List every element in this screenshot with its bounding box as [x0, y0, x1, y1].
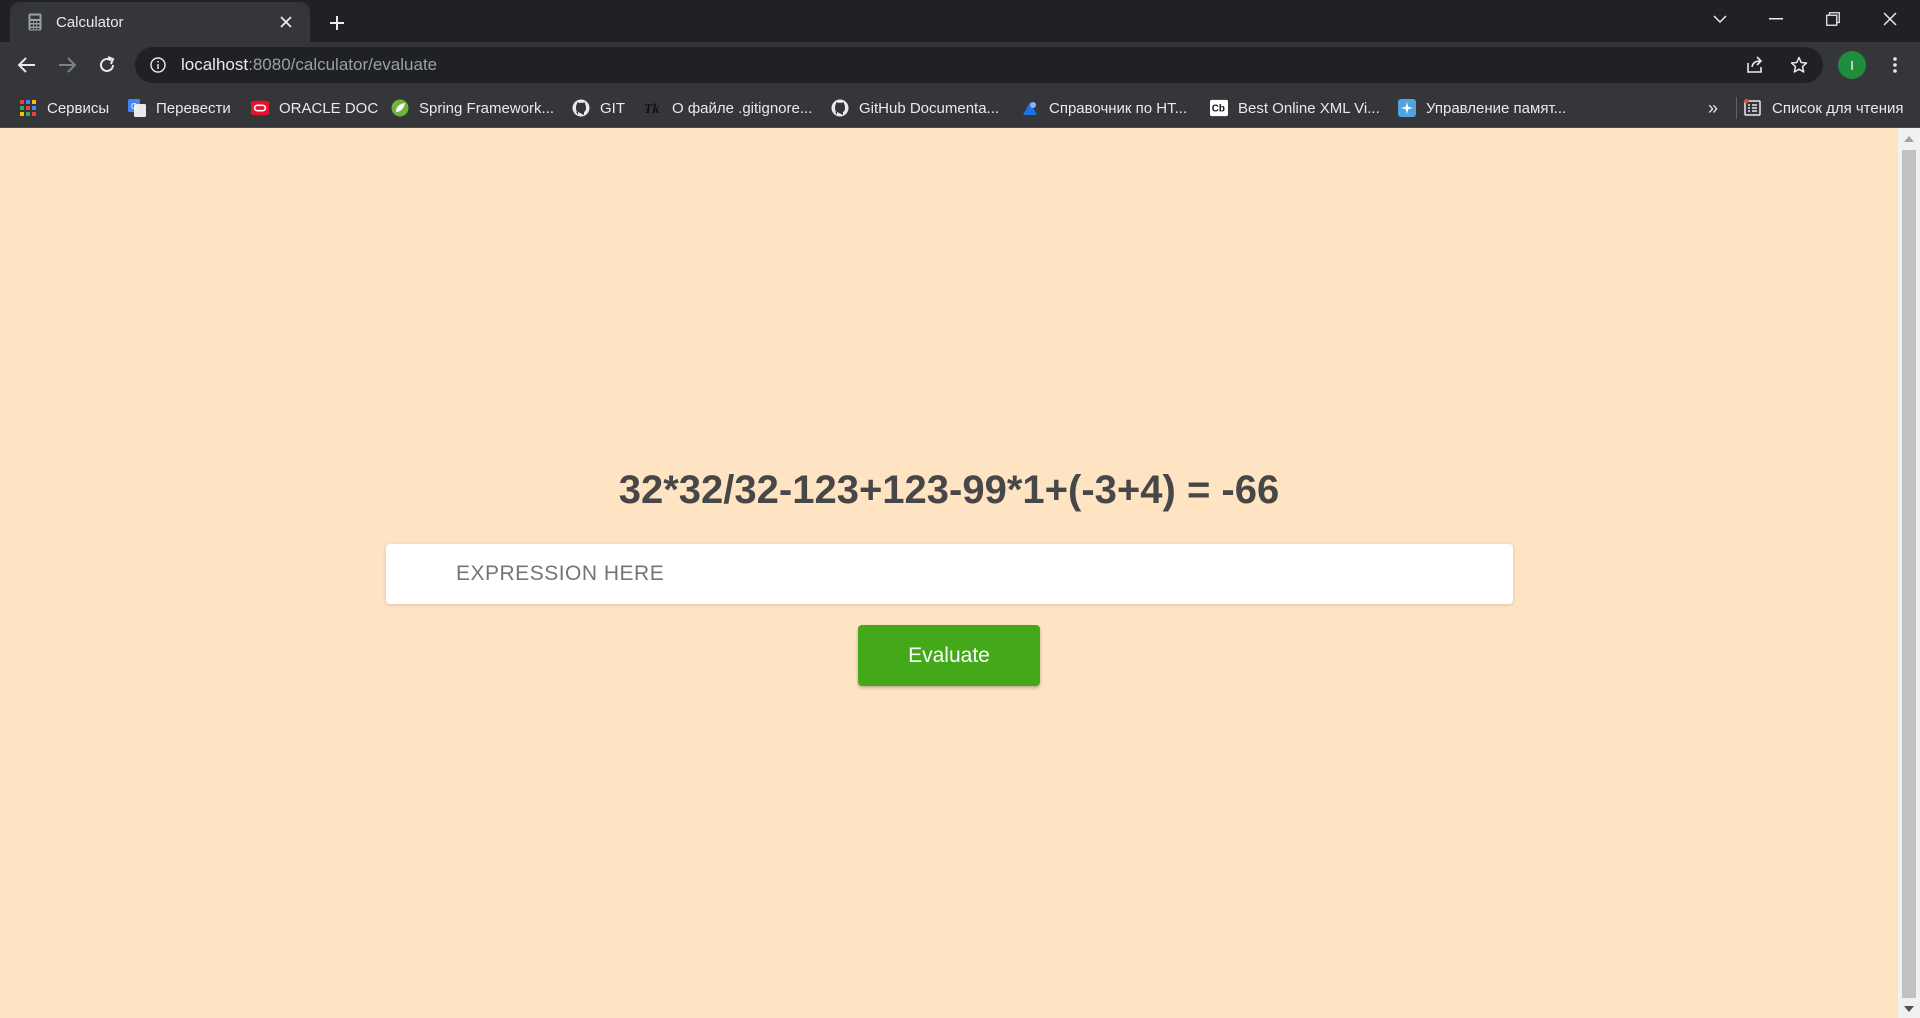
bookmark-label: Справочник по HT... [1049, 99, 1188, 117]
profile-avatar[interactable]: I [1838, 51, 1866, 79]
reload-icon[interactable] [91, 49, 123, 81]
minimize-icon[interactable] [1756, 0, 1796, 38]
bookmark-label: GIT [600, 99, 625, 117]
reading-list-icon [1744, 99, 1762, 117]
sparkle-icon [1398, 99, 1416, 117]
bookmark-item[interactable]: G Перевести [128, 95, 231, 121]
vertical-scrollbar[interactable] [1898, 128, 1920, 1018]
share-icon[interactable] [1741, 51, 1769, 79]
new-tab-button[interactable] [322, 8, 352, 38]
address-bar[interactable]: localhost:8080/calculator/evaluate [135, 47, 1823, 83]
forward-arrow-icon[interactable] [51, 49, 83, 81]
cb-icon: Cb [1210, 99, 1228, 117]
expression-input[interactable] [386, 544, 1513, 604]
spring-leaf-icon [391, 99, 409, 117]
reading-list-button[interactable]: Список для чтения [1744, 95, 1904, 121]
scroll-thumb[interactable] [1902, 150, 1916, 998]
tk-icon: Tk [644, 99, 662, 117]
bookmark-item[interactable]: Сервисы [19, 95, 109, 121]
bookmark-item[interactable]: Cb Best Online XML Vi... [1210, 95, 1380, 121]
bookmark-item[interactable]: Tk О файле .gitignore... [644, 95, 812, 121]
close-window-icon[interactable] [1870, 0, 1910, 38]
active-tab[interactable]: Calculator [10, 2, 310, 42]
tab-title: Calculator [56, 13, 124, 31]
scroll-up-arrow-icon[interactable] [1898, 132, 1920, 146]
bookmark-star-icon[interactable] [1785, 51, 1813, 79]
tab-search-icon[interactable] [1700, 0, 1740, 38]
bookmark-label: Spring Framework... [419, 99, 555, 117]
calculator-icon [26, 13, 44, 31]
browser-toolbar: localhost:8080/calculator/evaluate I [0, 42, 1920, 87]
apps-grid-icon [19, 99, 37, 117]
svg-text:Tk: Tk [644, 102, 660, 117]
restore-icon[interactable] [1813, 0, 1853, 38]
evaluation-result: 32*32/32-123+123-99*1+(-3+4) = -66 [618, 468, 1280, 512]
bookmark-item[interactable]: GIT [572, 95, 625, 121]
bookmark-item[interactable]: ORACLE DOC [251, 95, 378, 121]
bookmark-item[interactable]: Управление памят... [1398, 95, 1566, 121]
bookmark-item[interactable]: Spring Framework... [391, 95, 554, 121]
bookmark-label: Перевести [156, 99, 231, 117]
more-bookmarks-button[interactable]: » [1700, 95, 1726, 121]
google-translate-icon: G [128, 99, 146, 117]
tab-close-icon[interactable] [274, 10, 298, 34]
bookmark-item[interactable]: GitHub Documenta... [831, 95, 999, 121]
reading-list-label: Список для чтения [1772, 99, 1904, 117]
svg-text:G: G [131, 102, 137, 111]
bookmark-label: GitHub Documenta... [859, 99, 1000, 117]
scroll-down-arrow-icon[interactable] [1898, 1002, 1920, 1016]
url-path: :8080/calculator/evaluate [248, 55, 438, 74]
bookmark-label: О файле .gitignore... [672, 99, 813, 117]
bookmarks-divider [1736, 97, 1737, 119]
svg-text:Cb: Cb [1212, 104, 1225, 115]
bookmark-item[interactable]: Справочник по HT... [1021, 95, 1187, 121]
bookmark-label: Сервисы [47, 99, 110, 117]
bookmark-label: ORACLE DOC [279, 99, 379, 117]
info-icon[interactable] [149, 56, 167, 74]
page-content: 32*32/32-123+123-99*1+(-3+4) = -66 Evalu… [0, 128, 1898, 1018]
github-icon [831, 99, 849, 117]
expression-field [386, 544, 1513, 604]
back-arrow-icon[interactable] [11, 49, 43, 81]
oracle-icon [251, 99, 269, 117]
github-icon [572, 99, 590, 117]
bookmarks-bar: Сервисы G Перевести ORACLE DOC Spring Fr… [0, 87, 1920, 128]
bookmark-site-icon [1021, 99, 1039, 117]
kebab-menu-icon[interactable] [1880, 50, 1910, 80]
evaluate-button[interactable]: Evaluate [858, 625, 1040, 686]
url-host: localhost [181, 55, 249, 74]
tab-strip: Calculator [0, 0, 1920, 42]
bookmark-label: Управление памят... [1426, 99, 1567, 117]
bookmark-label: Best Online XML Vi... [1238, 99, 1380, 117]
